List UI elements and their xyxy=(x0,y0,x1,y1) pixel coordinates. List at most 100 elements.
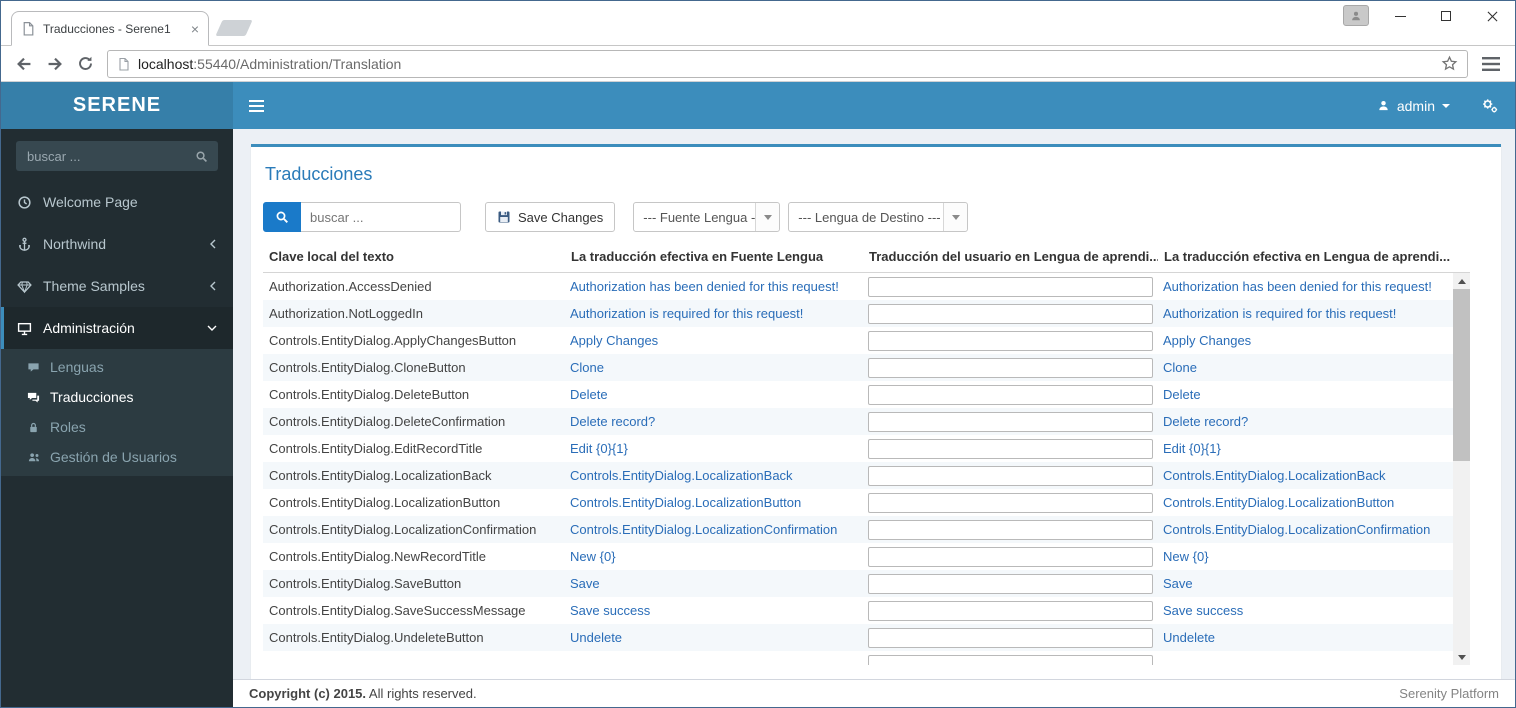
user-translation-input[interactable] xyxy=(868,304,1153,324)
refresh-button[interactable] xyxy=(71,49,100,78)
user-translation-input[interactable] xyxy=(868,547,1153,567)
close-button[interactable] xyxy=(1469,1,1515,31)
cell-source-link[interactable]: Delete xyxy=(570,387,608,402)
cell-target-link[interactable]: Controls.EntityDialog.LocalizationBack xyxy=(1163,468,1386,483)
dropdown-caret-icon[interactable] xyxy=(943,203,967,231)
cell-target-link[interactable]: Delete record? xyxy=(1163,414,1248,429)
cell-source-link[interactable]: Authorization is required for this reque… xyxy=(570,306,803,321)
save-changes-button[interactable]: Save Changes xyxy=(485,202,615,232)
sidebar-item-gestion-usuarios[interactable]: Gestión de Usuarios xyxy=(1,442,233,472)
settings-button[interactable] xyxy=(1464,82,1515,129)
target-language-select[interactable]: --- Lengua de Destino --- xyxy=(788,202,968,232)
save-changes-label: Save Changes xyxy=(518,210,603,225)
sidebar-item-welcome-page[interactable]: Welcome Page xyxy=(1,181,233,223)
cell-target-link[interactable]: Controls.EntityDialog.LocalizationButton xyxy=(1163,495,1394,510)
grid-header: Clave local del texto La traducción efec… xyxy=(263,247,1470,273)
cell-target-link[interactable]: Save success xyxy=(1163,603,1243,618)
cell-target-link[interactable]: Clone xyxy=(1163,360,1197,375)
column-header-user[interactable]: Traducción del usuario en Lengua de apre… xyxy=(863,249,1158,264)
maximize-button[interactable] xyxy=(1423,1,1469,31)
column-header-key[interactable]: Clave local del texto xyxy=(263,249,565,264)
user-translation-input[interactable] xyxy=(868,655,1153,666)
dropdown-caret-icon[interactable] xyxy=(755,203,779,231)
cell-source-link[interactable]: New {0} xyxy=(570,549,616,564)
user-translation-input[interactable] xyxy=(868,520,1153,540)
user-person-icon xyxy=(1377,99,1390,112)
table-row: Controls.EntityDialog.LocalizationButton… xyxy=(263,489,1453,516)
cell-source-link[interactable]: Undelete xyxy=(570,630,622,645)
new-tab-button[interactable] xyxy=(215,20,252,36)
scrollbar-up-button[interactable] xyxy=(1453,273,1470,289)
cell-source-link[interactable]: Clone xyxy=(570,360,604,375)
scrollbar-thumb[interactable] xyxy=(1453,289,1470,461)
tab-close-icon[interactable]: × xyxy=(191,22,199,36)
user-translation-input[interactable] xyxy=(868,358,1153,378)
user-translation-input[interactable] xyxy=(868,493,1153,513)
user-translation-input[interactable] xyxy=(868,331,1153,351)
grid-scrollbar[interactable] xyxy=(1453,273,1470,665)
sidebar-search-input[interactable] xyxy=(16,141,184,171)
cell-target-link[interactable]: New {0} xyxy=(1163,549,1209,564)
sidebar-item-label: Gestión de Usuarios xyxy=(50,449,177,465)
cell-source-link[interactable]: Authorization has been denied for this r… xyxy=(570,279,839,294)
user-translation-input[interactable] xyxy=(868,574,1153,594)
user-translation-input[interactable] xyxy=(868,412,1153,432)
sidebar-item-lenguas[interactable]: Lenguas xyxy=(1,352,233,382)
source-language-select[interactable]: --- Fuente Lengua --- xyxy=(633,202,780,232)
column-header-target[interactable]: La traducción efectiva en Lengua de apre… xyxy=(1158,249,1453,264)
bookmark-button[interactable] xyxy=(1441,55,1458,72)
cell-source-link[interactable]: Controls.EntityDialog.LocalizationButton xyxy=(570,495,801,510)
scrollbar-down-button[interactable] xyxy=(1453,649,1470,665)
table-row: Controls.EntityDialog.UndeleteButton Und… xyxy=(263,624,1453,651)
cell-target-link[interactable]: Authorization has been denied for this r… xyxy=(1163,279,1432,294)
cell-source-link[interactable]: Controls.EntityDialog.LocalizationBack xyxy=(570,468,793,483)
user-translation-input[interactable] xyxy=(868,277,1153,297)
user-translation-input[interactable] xyxy=(868,385,1153,405)
browser-menu-button[interactable] xyxy=(1475,49,1507,78)
navbar-main: admin xyxy=(233,82,1515,129)
user-menu[interactable]: admin xyxy=(1363,82,1464,129)
cell-target-link[interactable]: Undelete xyxy=(1163,630,1215,645)
sidebar-item-theme-samples[interactable]: Theme Samples xyxy=(1,265,233,307)
cell-source-link[interactable]: Apply Changes xyxy=(570,333,658,348)
cell-source-link[interactable]: Edit {0}{1} xyxy=(570,441,628,456)
cell-source-link[interactable]: Delete record? xyxy=(570,414,655,429)
cell-target-link[interactable]: Edit {0}{1} xyxy=(1163,441,1221,456)
cell-target-link[interactable]: Apply Changes xyxy=(1163,333,1251,348)
sidebar-item-traducciones[interactable]: Traducciones xyxy=(1,382,233,412)
browser-profile-button[interactable] xyxy=(1343,5,1369,26)
browser-tab[interactable]: Traducciones - Serene1 × xyxy=(11,11,209,46)
chevron-down-icon xyxy=(1442,104,1450,108)
cell-target-link[interactable]: Delete xyxy=(1163,387,1201,402)
sidebar-item-northwind[interactable]: Northwind xyxy=(1,223,233,265)
column-header-source[interactable]: La traducción efectiva en Fuente Lengua xyxy=(565,249,863,264)
cell-source-link[interactable]: Save success xyxy=(570,603,650,618)
forward-button[interactable] xyxy=(40,49,69,78)
user-translation-input[interactable] xyxy=(868,628,1153,648)
cell-target-link[interactable]: Save xyxy=(1163,576,1193,591)
cell-source-link[interactable]: Save xyxy=(570,576,600,591)
minimize-button[interactable] xyxy=(1377,1,1423,31)
footer-copyright: Copyright (c) 2015. All rights reserved. xyxy=(249,686,477,701)
table-row xyxy=(263,651,1453,665)
chevron-left-icon xyxy=(208,238,218,250)
sidebar-item-administracion[interactable]: Administración xyxy=(1,307,233,349)
sidebar-search-button[interactable] xyxy=(184,141,218,171)
grid-search-button[interactable] xyxy=(263,202,301,232)
user-translation-input[interactable] xyxy=(868,439,1153,459)
user-translation-input[interactable] xyxy=(868,466,1153,486)
grid-search-input[interactable] xyxy=(301,202,461,232)
cell-target-link[interactable]: Authorization is required for this reque… xyxy=(1163,306,1396,321)
sidebar-toggle-button[interactable] xyxy=(233,82,279,129)
table-row: Controls.EntityDialog.DeleteButton Delet… xyxy=(263,381,1453,408)
back-button[interactable] xyxy=(9,49,38,78)
cell-target-link[interactable]: Controls.EntityDialog.LocalizationConfir… xyxy=(1163,522,1430,537)
address-bar[interactable]: localhost:55440/Administration/Translati… xyxy=(107,50,1468,78)
refresh-icon xyxy=(77,55,94,72)
user-translation-input[interactable] xyxy=(868,601,1153,621)
brand-logo[interactable]: SERENE xyxy=(1,82,233,129)
table-row: Controls.EntityDialog.DeleteConfirmation… xyxy=(263,408,1453,435)
sidebar-item-roles[interactable]: Roles xyxy=(1,412,233,442)
cell-source-link[interactable]: Controls.EntityDialog.LocalizationConfir… xyxy=(570,522,837,537)
maximize-icon xyxy=(1441,11,1451,21)
